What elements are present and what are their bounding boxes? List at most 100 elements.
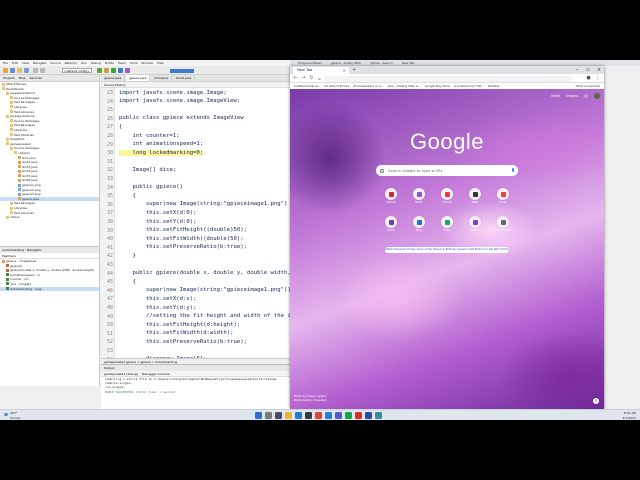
bookmark-item[interactable]: Craftsmanship bl... (294, 84, 320, 88)
code-line[interactable]: int counter=1; (119, 133, 179, 139)
code-line[interactable]: this.setY(d:y); (119, 305, 197, 311)
ntp-search-box[interactable]: Search Google or type a URL (376, 165, 518, 176)
code-line[interactable]: import javafx.scene.image.Image; (119, 90, 227, 96)
app-icon[interactable] (355, 412, 362, 419)
editor-tab[interactable]: gpiece.java (101, 75, 126, 81)
new-project-icon[interactable] (3, 68, 8, 73)
code-line[interactable]: this.setY(d:0); (119, 219, 197, 225)
netbeans-icon[interactable] (325, 412, 332, 419)
editor-tab-active[interactable]: gpiece.java (126, 75, 151, 81)
bookmark-item[interactable]: ZoomAwkward on A... (353, 84, 383, 88)
menu-team[interactable]: Team (118, 61, 126, 65)
shortcut-tile[interactable]: Twitch (378, 215, 404, 237)
code-line[interactable]: public gpiece() (119, 184, 183, 190)
bookmark-item[interactable]: Google Play Store (425, 84, 450, 88)
save-all-icon[interactable] (24, 68, 29, 73)
tab-services[interactable]: Services (29, 76, 42, 80)
background-tab[interactable]: gpiece - IntelliJ IDEA (331, 61, 361, 65)
task-view-icon[interactable] (275, 412, 282, 419)
code-line[interactable]: { (119, 193, 135, 199)
shortcut-tile[interactable]: GitHub (462, 215, 488, 237)
bookmark-item[interactable]: Live Stream by TVE... (454, 84, 484, 88)
start-windows-icon[interactable] (255, 412, 262, 419)
weather-cloud-icon[interactable] (4, 413, 8, 416)
editor-tab[interactable]: Grid2.java (173, 75, 196, 81)
build-icon[interactable] (97, 68, 102, 73)
code-line[interactable]: this.setX(d:0); (119, 210, 197, 216)
shortcut-tile[interactable]: Drive (434, 215, 460, 237)
menu-view[interactable]: View (22, 61, 29, 65)
bookmark-item[interactable]: Java - Hosting Sites in... (388, 84, 421, 88)
output-subtab-debug[interactable]: gamepoweled (debug) (104, 372, 138, 376)
menu-debug[interactable]: Debug (91, 61, 101, 65)
system-clock[interactable]: 8:01 AM 4/7/2023 (623, 411, 636, 420)
tree-item[interactable]: others (0, 215, 99, 220)
member-item[interactable]: lockedmarking : long (0, 286, 99, 292)
shortcut-tile[interactable]: Twitch (406, 187, 432, 209)
background-tab[interactable]: Hollywood-Bowl (298, 61, 322, 65)
menu-file[interactable]: File (3, 61, 8, 65)
browser-tab-new-tab[interactable]: New Tab × (293, 67, 349, 74)
chrome-taskbar-icon[interactable] (315, 412, 322, 419)
more-menu-icon[interactable]: ⋮ (594, 75, 601, 82)
shortcut-tile[interactable]: Chrome (434, 187, 460, 209)
code-line[interactable]: //setting the fit height and width of th… (119, 313, 290, 319)
shortcut-tile[interactable]: Add shortcut (490, 215, 516, 237)
images-link[interactable]: Images (566, 94, 578, 98)
store-icon[interactable] (305, 412, 312, 419)
menu-edit[interactable]: Edit (12, 61, 18, 65)
menu-source[interactable]: Source (50, 61, 60, 65)
account-avatar[interactable] (594, 93, 600, 99)
config-combo[interactable]: <default config> (62, 68, 92, 73)
back-icon[interactable]: ← (292, 75, 299, 82)
code-line[interactable]: this.setX(d:x); (119, 296, 197, 302)
menu-help[interactable]: Help (157, 61, 164, 65)
code-line[interactable]: import javafx.scene.image.ImageView; (119, 98, 240, 104)
code-line[interactable]: this.setFitHeight(d:height); (119, 322, 240, 328)
code-line[interactable]: this.setFitWidth((double)50); (119, 236, 244, 242)
minimize-icon[interactable]: – (572, 66, 582, 74)
gmail-link[interactable]: Gmail (551, 94, 560, 98)
photo-source[interactable]: Photo Gallery Unsplash (294, 398, 327, 403)
customize-pencil-icon[interactable]: ✎ (593, 398, 599, 404)
forward-icon[interactable]: → (300, 75, 307, 82)
profile-icon[interactable] (125, 68, 130, 73)
code-line[interactable]: super(new Image(string:"gpieceimage1.png… (119, 287, 290, 293)
app-icon[interactable] (375, 412, 382, 419)
profile-icon[interactable]: ● (585, 75, 592, 82)
discord-icon[interactable] (335, 412, 342, 419)
menu-run[interactable]: Run (81, 61, 87, 65)
ntp-promo-link[interactable]: Watch Pussykins Frozen Glory of the Heav… (385, 247, 509, 253)
shortcut-tile[interactable]: Gmail (490, 187, 516, 209)
menu-tools[interactable]: Tools (130, 61, 137, 65)
spotify-icon[interactable] (345, 412, 352, 419)
code-line[interactable]: Image[] dice; (119, 167, 176, 173)
redo-icon[interactable] (40, 68, 45, 73)
code-line[interactable]: this.setPreserveRatio(b:true); (119, 339, 247, 345)
maximize-icon[interactable]: ▫ (583, 66, 593, 74)
menu-profile[interactable]: Profile (105, 61, 114, 65)
tab-projects[interactable]: Projects (3, 76, 15, 80)
menu-navigate[interactable]: Navigate (33, 61, 46, 65)
close-tab-icon[interactable]: × (343, 67, 346, 74)
tab-files[interactable]: Files (19, 76, 26, 80)
debug-icon[interactable] (118, 68, 123, 73)
shortcut-tile[interactable]: IMDb (462, 187, 488, 209)
background-tab[interactable]: github - Search (370, 61, 393, 65)
file-explorer-icon[interactable] (285, 412, 292, 419)
menu-refactor[interactable]: Refactor (65, 61, 78, 65)
open-project-icon[interactable] (17, 68, 22, 73)
code-line[interactable]: super(new Image(string:"gpieceimage1.png… (119, 201, 287, 207)
code-line[interactable]: this.setFitHeight((double)50); (119, 227, 247, 233)
shortcut-tile[interactable]: Youtube (378, 187, 404, 209)
reload-icon[interactable]: ↻ (308, 75, 315, 82)
bookmark-item[interactable]: Pokedex (488, 84, 500, 88)
home-icon[interactable]: ⌂ (316, 75, 323, 82)
clean-build-icon[interactable] (104, 68, 109, 73)
code-line[interactable]: long lockedmarking=0; (119, 149, 204, 156)
background-tab[interactable]: New Tab (402, 61, 415, 65)
code-line[interactable]: } (119, 253, 135, 259)
search-icon[interactable] (265, 412, 272, 419)
code-line[interactable]: public class gpiece extends ImageView (119, 115, 244, 121)
new-file-icon[interactable] (10, 68, 15, 73)
